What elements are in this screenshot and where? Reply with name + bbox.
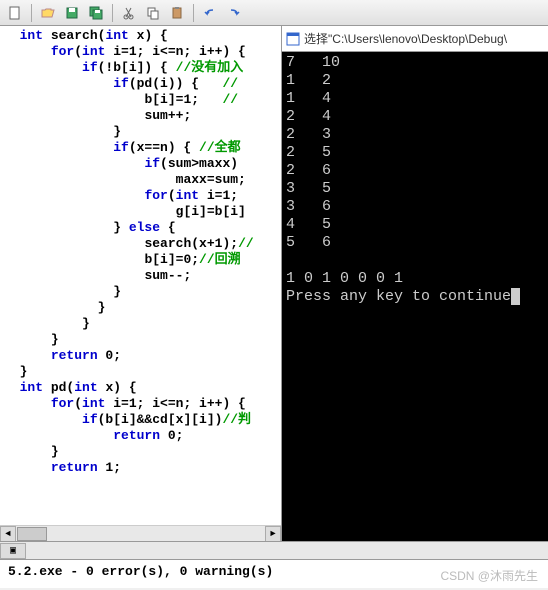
cut-icon[interactable] (118, 2, 140, 24)
cursor-icon (511, 288, 520, 305)
bottom-tabs: ▣ (0, 542, 548, 560)
new-icon[interactable] (4, 2, 26, 24)
separator (193, 4, 194, 22)
separator (31, 4, 32, 22)
scroll-left-icon[interactable]: ◄ (0, 526, 16, 541)
terminal-path: "C:\Users\lenovo\Desktop\Debug\ (328, 32, 507, 46)
separator (112, 4, 113, 22)
redo-icon[interactable] (223, 2, 245, 24)
copy-icon[interactable] (142, 2, 164, 24)
scroll-thumb[interactable] (17, 527, 47, 541)
terminal-output[interactable]: 7 10 1 2 1 4 2 4 2 3 2 5 2 6 3 5 3 6 4 5… (282, 52, 548, 541)
terminal-pane: 选择"C:\Users\lenovo\Desktop\Debug\ 7 10 1… (282, 26, 548, 541)
open-icon[interactable] (37, 2, 59, 24)
code-editor[interactable]: int search(int x) { for(int i=1; i<=n; i… (0, 26, 282, 541)
app-icon (286, 32, 300, 46)
watermark: CSDN @沐雨先生 (440, 567, 538, 584)
tab-button[interactable]: ▣ (0, 543, 26, 559)
scroll-right-icon[interactable]: ► (265, 526, 281, 541)
main-area: int search(int x) { for(int i=1; i<=n; i… (0, 26, 548, 542)
save-icon[interactable] (61, 2, 83, 24)
undo-icon[interactable] (199, 2, 221, 24)
saveall-icon[interactable] (85, 2, 107, 24)
terminal-title: 选择 (304, 30, 328, 47)
terminal-titlebar[interactable]: 选择"C:\Users\lenovo\Desktop\Debug\ (282, 26, 548, 52)
build-message: 5.2.exe - 0 error(s), 0 warning(s) (8, 564, 273, 579)
paste-icon[interactable] (166, 2, 188, 24)
code-content[interactable]: int search(int x) { for(int i=1; i<=n; i… (0, 26, 281, 478)
toolbar (0, 0, 548, 26)
horizontal-scrollbar[interactable]: ◄ ► (0, 525, 281, 541)
